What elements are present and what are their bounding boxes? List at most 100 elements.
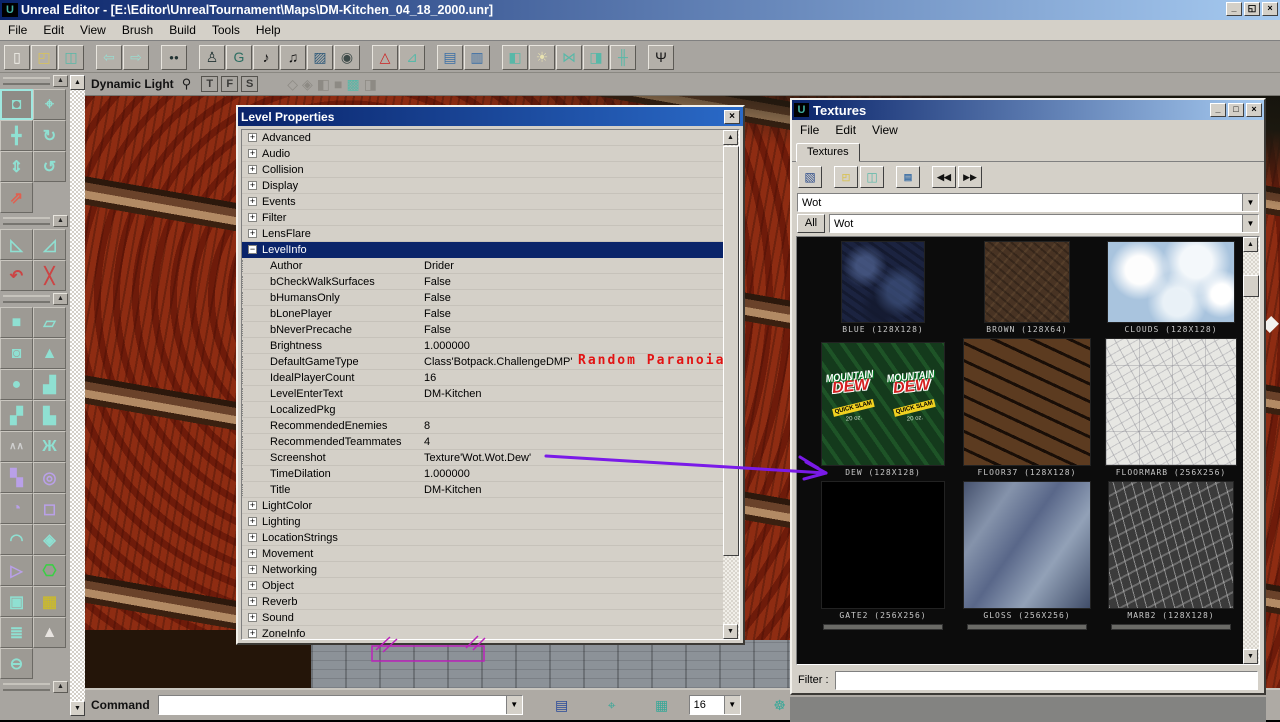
tree-item-lighting[interactable]: +Lighting xyxy=(242,514,723,530)
play-level-button[interactable]: Ψ xyxy=(648,45,674,70)
property-row[interactable]: TimeDilation1.000000 xyxy=(242,466,723,482)
sidebar-scroll-up-icon[interactable]: ▲ xyxy=(70,75,85,90)
dock-browser-button[interactable]: ▧ xyxy=(798,166,822,188)
property-row[interactable]: bLonePlayerFalse xyxy=(242,306,723,322)
maximize-icon[interactable]: □ xyxy=(1228,103,1244,117)
view-bsp-icon[interactable]: ◧ xyxy=(317,76,330,93)
actor-snap-icon[interactable]: ⌖ xyxy=(601,695,623,715)
tree-item-advanced[interactable]: +Advanced xyxy=(242,130,723,146)
view-wireframe-icon[interactable]: ◇ xyxy=(287,76,298,93)
property-value[interactable]: 4 xyxy=(424,436,723,448)
chevron-down-icon[interactable]: ▼ xyxy=(1242,215,1258,232)
tex-menu-file[interactable]: File xyxy=(792,121,827,139)
property-row[interactable]: ScreenshotTexture'Wot.Wot.Dew' xyxy=(242,450,723,466)
property-value[interactable]: Drider xyxy=(424,260,723,272)
texture-browser-button[interactable]: ▨ xyxy=(307,45,333,70)
property-value[interactable]: False xyxy=(424,276,723,288)
brush-multi-surface-button[interactable]: ◈ xyxy=(33,524,66,555)
mode-paths-button[interactable]: ⋈ xyxy=(556,45,582,70)
expand-box-icon[interactable]: + xyxy=(248,533,257,542)
tree-item-movement[interactable]: +Movement xyxy=(242,546,723,562)
property-row[interactable]: bCheckWalkSurfacesFalse xyxy=(242,274,723,290)
brush-deco-stairs-button[interactable]: ▚ xyxy=(0,462,33,493)
menu-file[interactable]: File xyxy=(0,21,35,39)
expand-box-icon[interactable]: + xyxy=(248,197,257,206)
grid-toggle-icon[interactable]: ▦ xyxy=(651,695,673,715)
clip-flip-button[interactable]: ↶ xyxy=(0,260,33,291)
mode-camera-button[interactable]: ◧ xyxy=(502,45,528,70)
command-input[interactable]: ▼ xyxy=(158,695,523,715)
brush-cube-button[interactable]: ■ xyxy=(0,307,33,338)
tree-item-filter[interactable]: +Filter xyxy=(242,210,723,226)
collapse-arrow-icon[interactable]: ▲ xyxy=(53,293,68,305)
property-value[interactable]: Texture'Wot.Wot.Dew' xyxy=(424,452,723,464)
menu-brush[interactable]: Brush xyxy=(114,21,161,39)
texture-thumbnail-gloss[interactable] xyxy=(963,481,1091,609)
property-value[interactable]: False xyxy=(424,292,723,304)
view-zones-icon[interactable]: ◈ xyxy=(302,76,313,93)
property-row[interactable]: RecommendedEnemies8 xyxy=(242,418,723,434)
sound-browser-button[interactable]: ♫ xyxy=(280,45,306,70)
group-browser-button[interactable]: G xyxy=(226,45,252,70)
texture-scroll-up-icon[interactable]: ▲ xyxy=(1243,237,1258,252)
sidebar-scrollbar[interactable]: ▲ ▼ xyxy=(70,75,85,716)
texture-scroll-down-icon[interactable]: ▼ xyxy=(1243,649,1258,664)
texture-thumbnail-blue[interactable] xyxy=(841,241,925,323)
texture-tile-marb2[interactable]: MARB2 (128X128) xyxy=(1099,481,1243,624)
expand-box-icon[interactable]: + xyxy=(248,597,257,606)
property-row[interactable]: AuthorDrider xyxy=(242,258,723,274)
expand-box-icon[interactable]: + xyxy=(248,629,257,638)
mode-options-button[interactable]: ╫ xyxy=(610,45,636,70)
menu-build[interactable]: Build xyxy=(161,21,204,39)
expand-box-icon[interactable]: + xyxy=(248,565,257,574)
search-actors-button[interactable]: ●● xyxy=(161,45,187,70)
texture-tile-gloss[interactable]: GLOSS (256X256) xyxy=(955,481,1099,624)
tree-item-collision[interactable]: +Collision xyxy=(242,162,723,178)
tree-item-networking[interactable]: +Networking xyxy=(242,562,723,578)
texture-tile-blue[interactable]: BLUE (128X128) xyxy=(811,241,955,338)
property-value[interactable]: 1.000000 xyxy=(424,468,723,480)
actor-class-browser-button[interactable]: ♙ xyxy=(199,45,225,70)
level-properties-title-bar[interactable]: Level Properties × xyxy=(238,107,743,126)
menu-edit[interactable]: Edit xyxy=(35,21,72,39)
sidebar-scroll-down-icon[interactable]: ▼ xyxy=(70,701,85,716)
expand-box-icon[interactable]: + xyxy=(248,613,257,622)
brush-ellipsoid-button[interactable]: ⊖ xyxy=(0,648,33,679)
texture-tile-clouds[interactable]: CLOUDS (128X128) xyxy=(1099,241,1243,338)
tree-item-display[interactable]: +Display xyxy=(242,178,723,194)
view-t-button[interactable]: T xyxy=(201,76,218,92)
minimize-icon[interactable]: _ xyxy=(1210,103,1226,117)
brush-cylinder-button[interactable]: ◙ xyxy=(0,338,33,369)
property-value[interactable]: False xyxy=(424,324,723,336)
view-lit-icon[interactable]: ◨ xyxy=(364,76,377,93)
tree-item-levelinfo[interactable]: −LevelInfo xyxy=(242,242,723,258)
clip-add-button[interactable]: ◺ xyxy=(0,229,33,260)
close-icon[interactable]: × xyxy=(1246,103,1262,117)
brush-hollow-cube-button[interactable]: ▣ xyxy=(0,586,33,617)
collapse-arrow-icon[interactable]: ▲ xyxy=(53,215,68,227)
brush-stairs-button[interactable]: ▟ xyxy=(33,369,66,400)
menu-help[interactable]: Help xyxy=(248,21,289,39)
brush-x-sheets-button[interactable]: Ж xyxy=(33,431,66,462)
expand-box-icon[interactable]: + xyxy=(248,213,257,222)
texture-thumbnail-marb2[interactable] xyxy=(1108,481,1234,609)
expand-box-icon[interactable]: + xyxy=(248,549,257,558)
restore-icon[interactable]: ◱ xyxy=(1244,2,1260,16)
property-value[interactable]: 16 xyxy=(424,372,723,384)
tree-item-lightcolor[interactable]: +LightColor xyxy=(242,498,723,514)
property-row[interactable]: LevelEnterTextDM-Kitchen xyxy=(242,386,723,402)
shear-brush-button[interactable]: ⇗ xyxy=(0,182,33,213)
menu-view[interactable]: View xyxy=(72,21,114,39)
brush-sphere-button[interactable]: ● xyxy=(0,369,33,400)
texture-thumbnail-floormarb[interactable] xyxy=(1105,338,1237,466)
view-solid-icon[interactable]: ■ xyxy=(334,76,342,93)
brush-curved-stairs-button[interactable]: ▙ xyxy=(33,400,66,431)
texture-properties-button[interactable]: ▤ xyxy=(896,166,920,188)
property-value[interactable]: False xyxy=(424,308,723,320)
grip-handle[interactable] xyxy=(3,217,50,225)
brush-loft-button[interactable]: ▷ xyxy=(0,555,33,586)
move-brush-button[interactable]: ╋ xyxy=(0,120,33,151)
chevron-down-icon[interactable]: ▼ xyxy=(724,696,740,714)
tree-item-zoneinfo[interactable]: +ZoneInfo xyxy=(242,626,723,640)
close-icon[interactable]: × xyxy=(1262,2,1278,16)
